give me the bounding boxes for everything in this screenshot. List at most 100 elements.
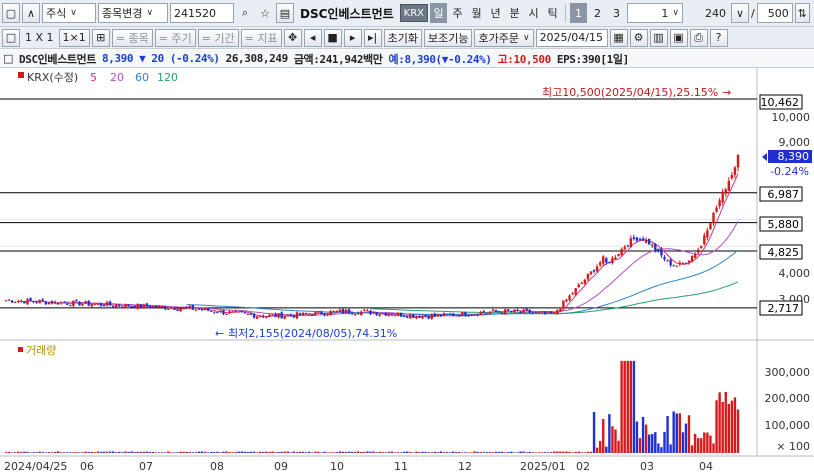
volume-bar: [715, 400, 718, 453]
volume-bar: [105, 451, 109, 453]
x-tick: 04: [699, 460, 713, 473]
page-2[interactable]: 2: [589, 3, 606, 23]
period-year[interactable]: 년: [487, 3, 504, 23]
current-price-label: 8,390: [778, 150, 810, 163]
volume-bar: [311, 452, 314, 453]
chevron-up-icon[interactable]: ∧: [22, 3, 40, 23]
volume-bar: [510, 451, 513, 453]
stop-icon[interactable]: ■: [323, 28, 342, 47]
candle-body: [311, 314, 314, 316]
candle-body: [283, 316, 286, 319]
stock-list-icon[interactable]: ▤: [276, 3, 294, 23]
date-input[interactable]: 2025/04/15: [535, 28, 608, 47]
candle-body: [473, 314, 476, 316]
period-button[interactable]: = 주기: [154, 28, 196, 47]
candle-body: [234, 310, 237, 312]
period-month[interactable]: 월: [468, 3, 485, 23]
stock-code-input[interactable]: 241520: [170, 3, 234, 23]
info-checkbox-icon[interactable]: □: [3, 52, 13, 65]
table-icon[interactable]: ▥: [649, 28, 668, 47]
candle-body: [111, 306, 115, 308]
volume-bar: [249, 451, 253, 453]
candle-body: [341, 308, 345, 314]
volume-bar: [574, 451, 577, 453]
spin-icon[interactable]: ⇅: [794, 3, 810, 23]
star-icon[interactable]: ☆: [256, 3, 274, 23]
help-icon[interactable]: ?: [709, 28, 728, 47]
volume-bar: [629, 360, 633, 453]
candle-body: [148, 305, 152, 309]
save-icon[interactable]: ▣: [669, 28, 688, 47]
search-icon[interactable]: ⌕: [236, 3, 254, 23]
quote-info-bar: □ DSC인베스트먼트 8,390 ▼ 20 (-0.24%) 26,308,2…: [0, 50, 814, 68]
layout-1x1-button[interactable]: 1×1: [58, 28, 90, 47]
price-chart[interactable]: KRX(수정) 5 20 60 120 최고10,500(2025/04/15)…: [0, 68, 814, 476]
next-icon[interactable]: ▸: [343, 28, 362, 47]
item-button[interactable]: = 종목: [111, 28, 153, 47]
period-week[interactable]: 주: [449, 3, 466, 23]
candle-body: [268, 314, 271, 317]
checkbox-icon[interactable]: □: [2, 28, 20, 47]
volume-bar: [87, 451, 90, 453]
prev-icon[interactable]: ◂: [303, 28, 322, 47]
candle-body: [678, 262, 682, 265]
candle-body: [136, 303, 139, 310]
low-arrow-icon: ←: [215, 327, 224, 340]
settings-icon[interactable]: ⚙: [629, 28, 648, 47]
candle-body: [62, 302, 66, 304]
period-day[interactable]: 일: [430, 3, 448, 23]
menu-icon[interactable]: ▢: [2, 3, 20, 23]
move-icon[interactable]: ✥: [283, 28, 302, 47]
volume-bar: [216, 451, 219, 453]
exchange-badge[interactable]: KRX: [399, 4, 429, 22]
candle-body: [660, 249, 663, 256]
volume-bar: [145, 451, 149, 453]
period-tick[interactable]: 틱: [544, 3, 561, 23]
volume-bar: [360, 451, 363, 453]
page-3[interactable]: 3: [608, 3, 625, 23]
candle-body: [10, 300, 14, 303]
volume-bar: [78, 452, 81, 453]
candle-body: [286, 315, 289, 317]
candle-body: [363, 310, 366, 312]
print-icon[interactable]: ⎙: [689, 28, 708, 47]
volume-bar: [485, 452, 489, 453]
aux-function-button[interactable]: 보조기능: [424, 28, 473, 47]
interval-select[interactable]: 1: [627, 3, 684, 23]
indicator-button[interactable]: = 지표: [240, 28, 282, 47]
calendar-icon[interactable]: ▦: [609, 28, 628, 47]
end-icon[interactable]: ▸|: [363, 28, 382, 47]
volume-bar: [721, 401, 724, 453]
reset-button[interactable]: 초기화: [383, 28, 422, 47]
count-input[interactable]: 240: [685, 3, 729, 23]
grid-icon[interactable]: ⊞: [91, 28, 110, 47]
volume-bar: [280, 451, 283, 453]
stock-change-select[interactable]: 종목변경: [98, 3, 168, 23]
range-button[interactable]: = 기간: [197, 28, 239, 47]
volume-bar: [494, 451, 498, 453]
candle-body: [72, 300, 75, 306]
volume-bar: [99, 451, 103, 453]
volume-tick: 100,000: [765, 419, 811, 432]
candle-body: [415, 316, 418, 319]
volume-bar: [219, 452, 222, 453]
volume-bar: [519, 451, 522, 453]
period-hour[interactable]: 시: [525, 3, 542, 23]
chevron-down-icon[interactable]: ∨: [731, 3, 750, 23]
candle-body: [41, 299, 44, 301]
candle-body: [641, 238, 645, 241]
period-minute[interactable]: 분: [506, 3, 523, 23]
volume-bar: [301, 451, 305, 453]
price-panel[interactable]: [0, 68, 757, 338]
total-input[interactable]: 500: [756, 3, 793, 23]
page-1[interactable]: 1: [570, 3, 588, 23]
order-dropdown[interactable]: 호가주문: [474, 28, 534, 47]
volume-bar: [188, 451, 191, 453]
market-select[interactable]: 주식: [42, 3, 96, 23]
candle-body: [421, 315, 424, 319]
volume-bar: [516, 452, 519, 453]
volume-bar: [378, 451, 381, 453]
layout-ratio-button[interactable]: 1 X 1: [22, 29, 57, 47]
candle-body: [372, 312, 375, 314]
volume-bar: [59, 452, 63, 453]
